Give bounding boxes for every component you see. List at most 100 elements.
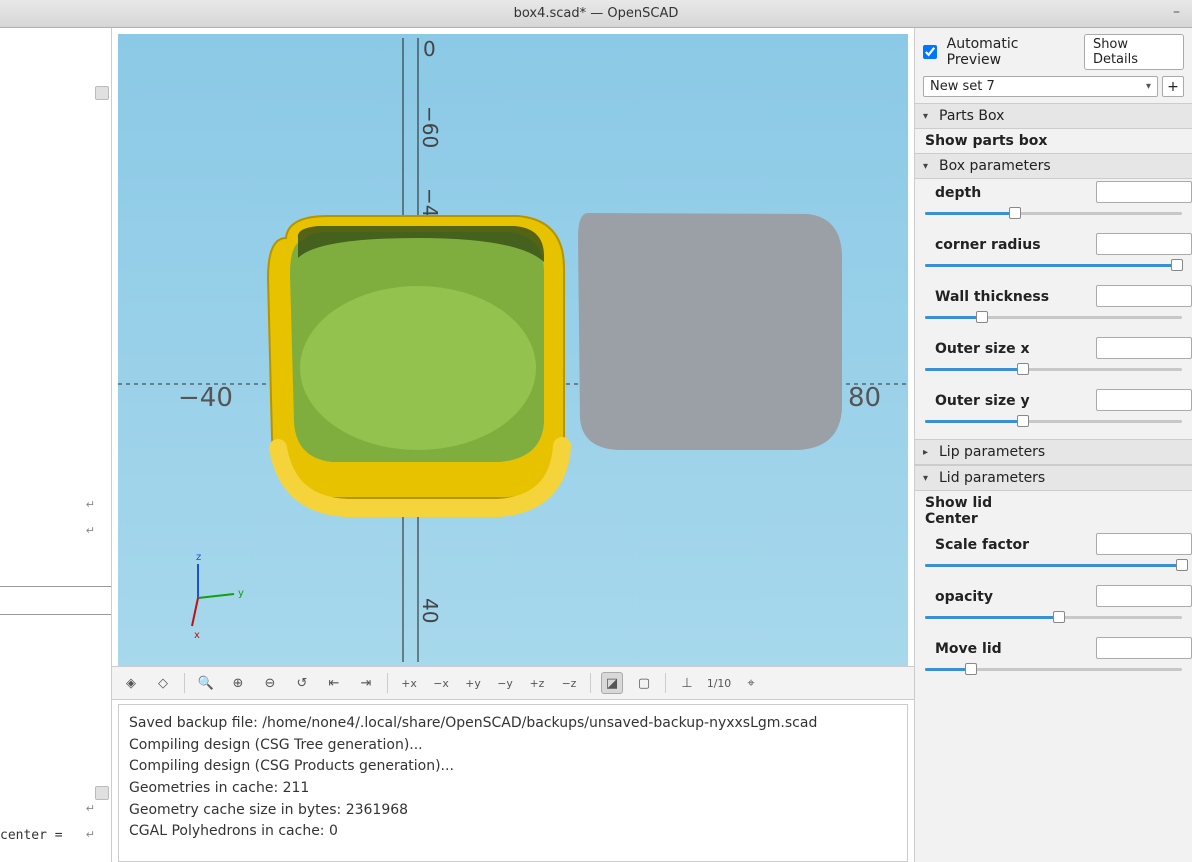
center-column: −40 40 60 80 0 −60 −40 40 bbox=[112, 28, 914, 862]
section-parts-box[interactable]: ▾ Parts Box bbox=[915, 103, 1192, 129]
window-title: box4.scad* — OpenSCAD bbox=[514, 6, 679, 21]
editor-scroll-up-button[interactable] bbox=[95, 86, 109, 100]
box-params-container: depthcorner radiusWall thicknessOuter si… bbox=[915, 179, 1192, 439]
reset-view-icon[interactable]: ↺ bbox=[291, 672, 313, 694]
orthographic-icon[interactable]: ▢ bbox=[633, 672, 655, 694]
customizer-panel: Automatic Preview Show Details New set 7… bbox=[914, 28, 1192, 862]
toolbar-separator bbox=[590, 673, 591, 693]
console-line: CGAL Polyhedrons in cache: 0 bbox=[129, 821, 897, 843]
slider-thumb[interactable] bbox=[1053, 611, 1065, 623]
axis-posy-icon[interactable]: +y bbox=[462, 672, 484, 694]
preset-add-button[interactable]: + bbox=[1162, 76, 1184, 97]
auto-preview-checkbox[interactable] bbox=[923, 45, 937, 59]
console-line: Geometry cache size in bytes: 2361968 bbox=[129, 800, 897, 822]
show-crosshair-icon[interactable]: ⌖ bbox=[740, 672, 762, 694]
param-input[interactable] bbox=[1096, 637, 1192, 659]
editor-separator bbox=[0, 586, 111, 587]
svg-text:x: x bbox=[194, 630, 200, 641]
axis-posx-icon[interactable]: +x bbox=[398, 672, 420, 694]
param-input[interactable] bbox=[1096, 585, 1192, 607]
chevron-down-icon: ▾ bbox=[923, 111, 933, 122]
console-output[interactable]: Saved backup file: /home/none4/.local/sh… bbox=[118, 704, 908, 862]
console-line: Geometries in cache: 211 bbox=[129, 778, 897, 800]
param-label: Scale factor bbox=[925, 535, 1039, 553]
minimize-icon[interactable]: – bbox=[1173, 4, 1180, 20]
window-titlebar: box4.scad* — OpenSCAD – bbox=[0, 0, 1192, 28]
center-label: Center bbox=[915, 511, 1192, 531]
slider-thumb[interactable] bbox=[965, 663, 977, 675]
zoom-fit-icon[interactable]: 🔍 bbox=[195, 672, 217, 694]
lid-params-container: Scale factor opacity Move lid bbox=[915, 531, 1192, 687]
view-back-icon[interactable]: ⇥ bbox=[355, 672, 377, 694]
chevron-down-icon: ▾ bbox=[1146, 81, 1151, 92]
svg-text:y: y bbox=[238, 588, 244, 599]
param-input[interactable] bbox=[1096, 181, 1192, 203]
line-wrap-icon: ↵ bbox=[86, 802, 95, 815]
param-label: Outer size y bbox=[925, 391, 1040, 409]
viewport-toolbar: ◈ ◇ 🔍 ⊕ ⊖ ↺ ⇤ ⇥ +x −x +y −y +z −z ◪ ▢ ⊥ … bbox=[112, 666, 914, 700]
chevron-right-icon: ▸ bbox=[923, 447, 933, 458]
param-slider[interactable] bbox=[925, 311, 1182, 323]
3d-viewport[interactable]: −40 40 60 80 0 −60 −40 40 bbox=[118, 34, 908, 666]
slider-thumb[interactable] bbox=[1176, 559, 1188, 571]
param-slider[interactable] bbox=[925, 363, 1182, 375]
param-label: Outer size x bbox=[925, 339, 1040, 357]
param-label: opacity bbox=[925, 587, 1003, 605]
editor-scroll-down-button[interactable] bbox=[95, 786, 109, 800]
axis-negx-icon[interactable]: −x bbox=[430, 672, 452, 694]
param-input[interactable] bbox=[1096, 233, 1192, 255]
slider-thumb[interactable] bbox=[1171, 259, 1183, 271]
axis-negz-icon[interactable]: −z bbox=[558, 672, 580, 694]
slider-thumb[interactable] bbox=[1017, 415, 1029, 427]
section-lid-parameters[interactable]: ▾ Lid parameters bbox=[915, 465, 1192, 491]
section-lip-parameters[interactable]: ▸ Lip parameters bbox=[915, 439, 1192, 465]
slider-thumb[interactable] bbox=[976, 311, 988, 323]
param-slider[interactable] bbox=[925, 663, 1182, 675]
main-area: ↵ ↵ ↵ ↵ center = −40 40 60 80 0 −60 bbox=[0, 28, 1192, 862]
render-icon[interactable]: ◇ bbox=[152, 672, 174, 694]
lid-model bbox=[578, 213, 842, 450]
view-front-icon[interactable]: ⇤ bbox=[323, 672, 345, 694]
preset-combobox[interactable]: New set 7 ▾ bbox=[923, 76, 1158, 97]
param-input[interactable] bbox=[1096, 285, 1192, 307]
section-box-parameters[interactable]: ▾ Box parameters bbox=[915, 153, 1192, 179]
axis-posz-icon[interactable]: +z bbox=[526, 672, 548, 694]
axis-gizmo: z y x bbox=[192, 552, 244, 641]
param-input[interactable] bbox=[1096, 337, 1192, 359]
svg-text:z: z bbox=[196, 552, 201, 563]
show-parts-box-label: Show parts box bbox=[915, 129, 1192, 153]
slider-thumb[interactable] bbox=[1017, 363, 1029, 375]
3d-scene: −40 40 60 80 0 −60 −40 40 bbox=[118, 34, 908, 666]
perspective-icon[interactable]: ◪ bbox=[601, 672, 623, 694]
show-lid-label: Show lid bbox=[915, 491, 1192, 511]
param-label: Move lid bbox=[925, 639, 1012, 657]
axis-tick-label: 80 bbox=[848, 383, 881, 413]
editor-separator bbox=[0, 614, 111, 615]
show-axes-icon[interactable]: ⊥ bbox=[676, 672, 698, 694]
param-input[interactable] bbox=[1096, 389, 1192, 411]
console-line: Compiling design (CSG Tree generation)..… bbox=[129, 735, 897, 757]
zoom-out-icon[interactable]: ⊖ bbox=[259, 672, 281, 694]
line-wrap-icon: ↵ bbox=[86, 828, 95, 841]
section-title: Parts Box bbox=[939, 108, 1004, 124]
axis-tick-label: −60 bbox=[418, 106, 442, 148]
section-title: Lip parameters bbox=[939, 444, 1045, 460]
preview-icon[interactable]: ◈ bbox=[120, 672, 142, 694]
auto-preview-label: Automatic Preview bbox=[947, 36, 1074, 68]
console-line: Saved backup file: /home/none4/.local/sh… bbox=[129, 713, 897, 735]
param-slider[interactable] bbox=[925, 611, 1182, 623]
show-details-button[interactable]: Show Details bbox=[1084, 34, 1184, 70]
param-slider[interactable] bbox=[925, 559, 1182, 571]
param-slider[interactable] bbox=[925, 207, 1182, 219]
param-input[interactable] bbox=[1096, 533, 1192, 555]
param-slider[interactable] bbox=[925, 415, 1182, 427]
param-slider[interactable] bbox=[925, 259, 1182, 271]
show-scale-icon[interactable]: 1/10 bbox=[708, 672, 730, 694]
param-label: Wall thickness bbox=[925, 287, 1059, 305]
slider-thumb[interactable] bbox=[1009, 207, 1021, 219]
axis-negy-icon[interactable]: −y bbox=[494, 672, 516, 694]
zoom-in-icon[interactable]: ⊕ bbox=[227, 672, 249, 694]
axis-tick-label: 0 bbox=[423, 37, 436, 61]
code-editor-panel[interactable]: ↵ ↵ ↵ ↵ center = bbox=[0, 28, 112, 862]
section-title: Lid parameters bbox=[939, 470, 1045, 486]
